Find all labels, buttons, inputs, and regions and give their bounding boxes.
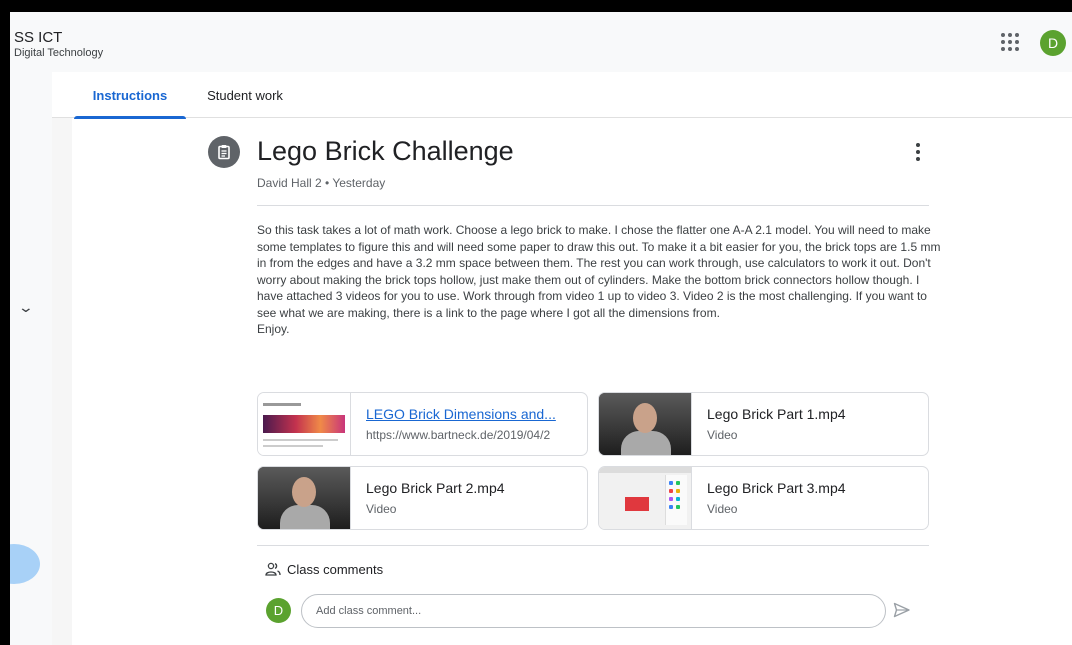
tab-instructions[interactable]: Instructions [74,72,186,119]
comment-avatar: D [266,598,291,623]
attachment-video[interactable]: Lego Brick Part 2.mp4 Video [257,466,588,530]
course-name[interactable]: SS ICT [14,29,62,46]
more-vert-icon[interactable] [910,140,926,164]
course-section: Digital Technology [14,47,104,59]
attachment-title[interactable]: Lego Brick Part 2.mp4 [366,480,581,496]
account-avatar[interactable]: D [1040,30,1066,56]
attachment-title[interactable]: LEGO Brick Dimensions and... [366,406,581,422]
class-comments-label: Class comments [287,562,384,577]
floating-circle [10,544,40,584]
send-icon[interactable] [893,602,911,618]
assignment-meta: David Hall 2 • Yesterday [257,176,386,190]
tab-student-work[interactable]: Student work [200,72,290,118]
assignment-icon [208,136,240,168]
attachment-thumbnail [258,393,351,455]
page-title: Lego Brick Challenge [257,136,514,166]
attachment-video[interactable]: Lego Brick Part 1.mp4 Video [598,392,929,456]
app-frame: SS ICT Digital Technology D ⌄ Instructio… [10,12,1072,645]
left-shade [52,118,72,645]
attachment-type: Video [707,502,738,516]
attachment-type: Video [366,502,397,516]
video-thumbnail [258,467,351,529]
left-rail: ⌄ [10,72,52,645]
top-bar: SS ICT Digital Technology D [10,12,1072,72]
attachment-title[interactable]: Lego Brick Part 1.mp4 [707,406,922,422]
video-thumbnail [599,467,692,529]
comment-input[interactable] [301,594,886,628]
divider [257,545,929,546]
chevron-down-icon[interactable]: ⌄ [18,299,34,316]
assignment-description: So this task takes a lot of math work. C… [257,223,941,336]
attachment-video[interactable]: Lego Brick Part 3.mp4 Video [598,466,929,530]
attachment-type: Video [707,428,738,442]
tab-bar: Instructions Student work [52,72,1072,119]
divider [257,205,929,206]
video-thumbnail [599,393,692,455]
apps-grid-icon[interactable] [1001,33,1019,51]
attachment-url: https://www.bartneck.de/2019/04/2 [366,428,551,442]
people-icon [265,562,281,576]
attachment-title[interactable]: Lego Brick Part 3.mp4 [707,480,922,496]
attachment-link[interactable]: LEGO Brick Dimensions and... https://www… [257,392,588,456]
